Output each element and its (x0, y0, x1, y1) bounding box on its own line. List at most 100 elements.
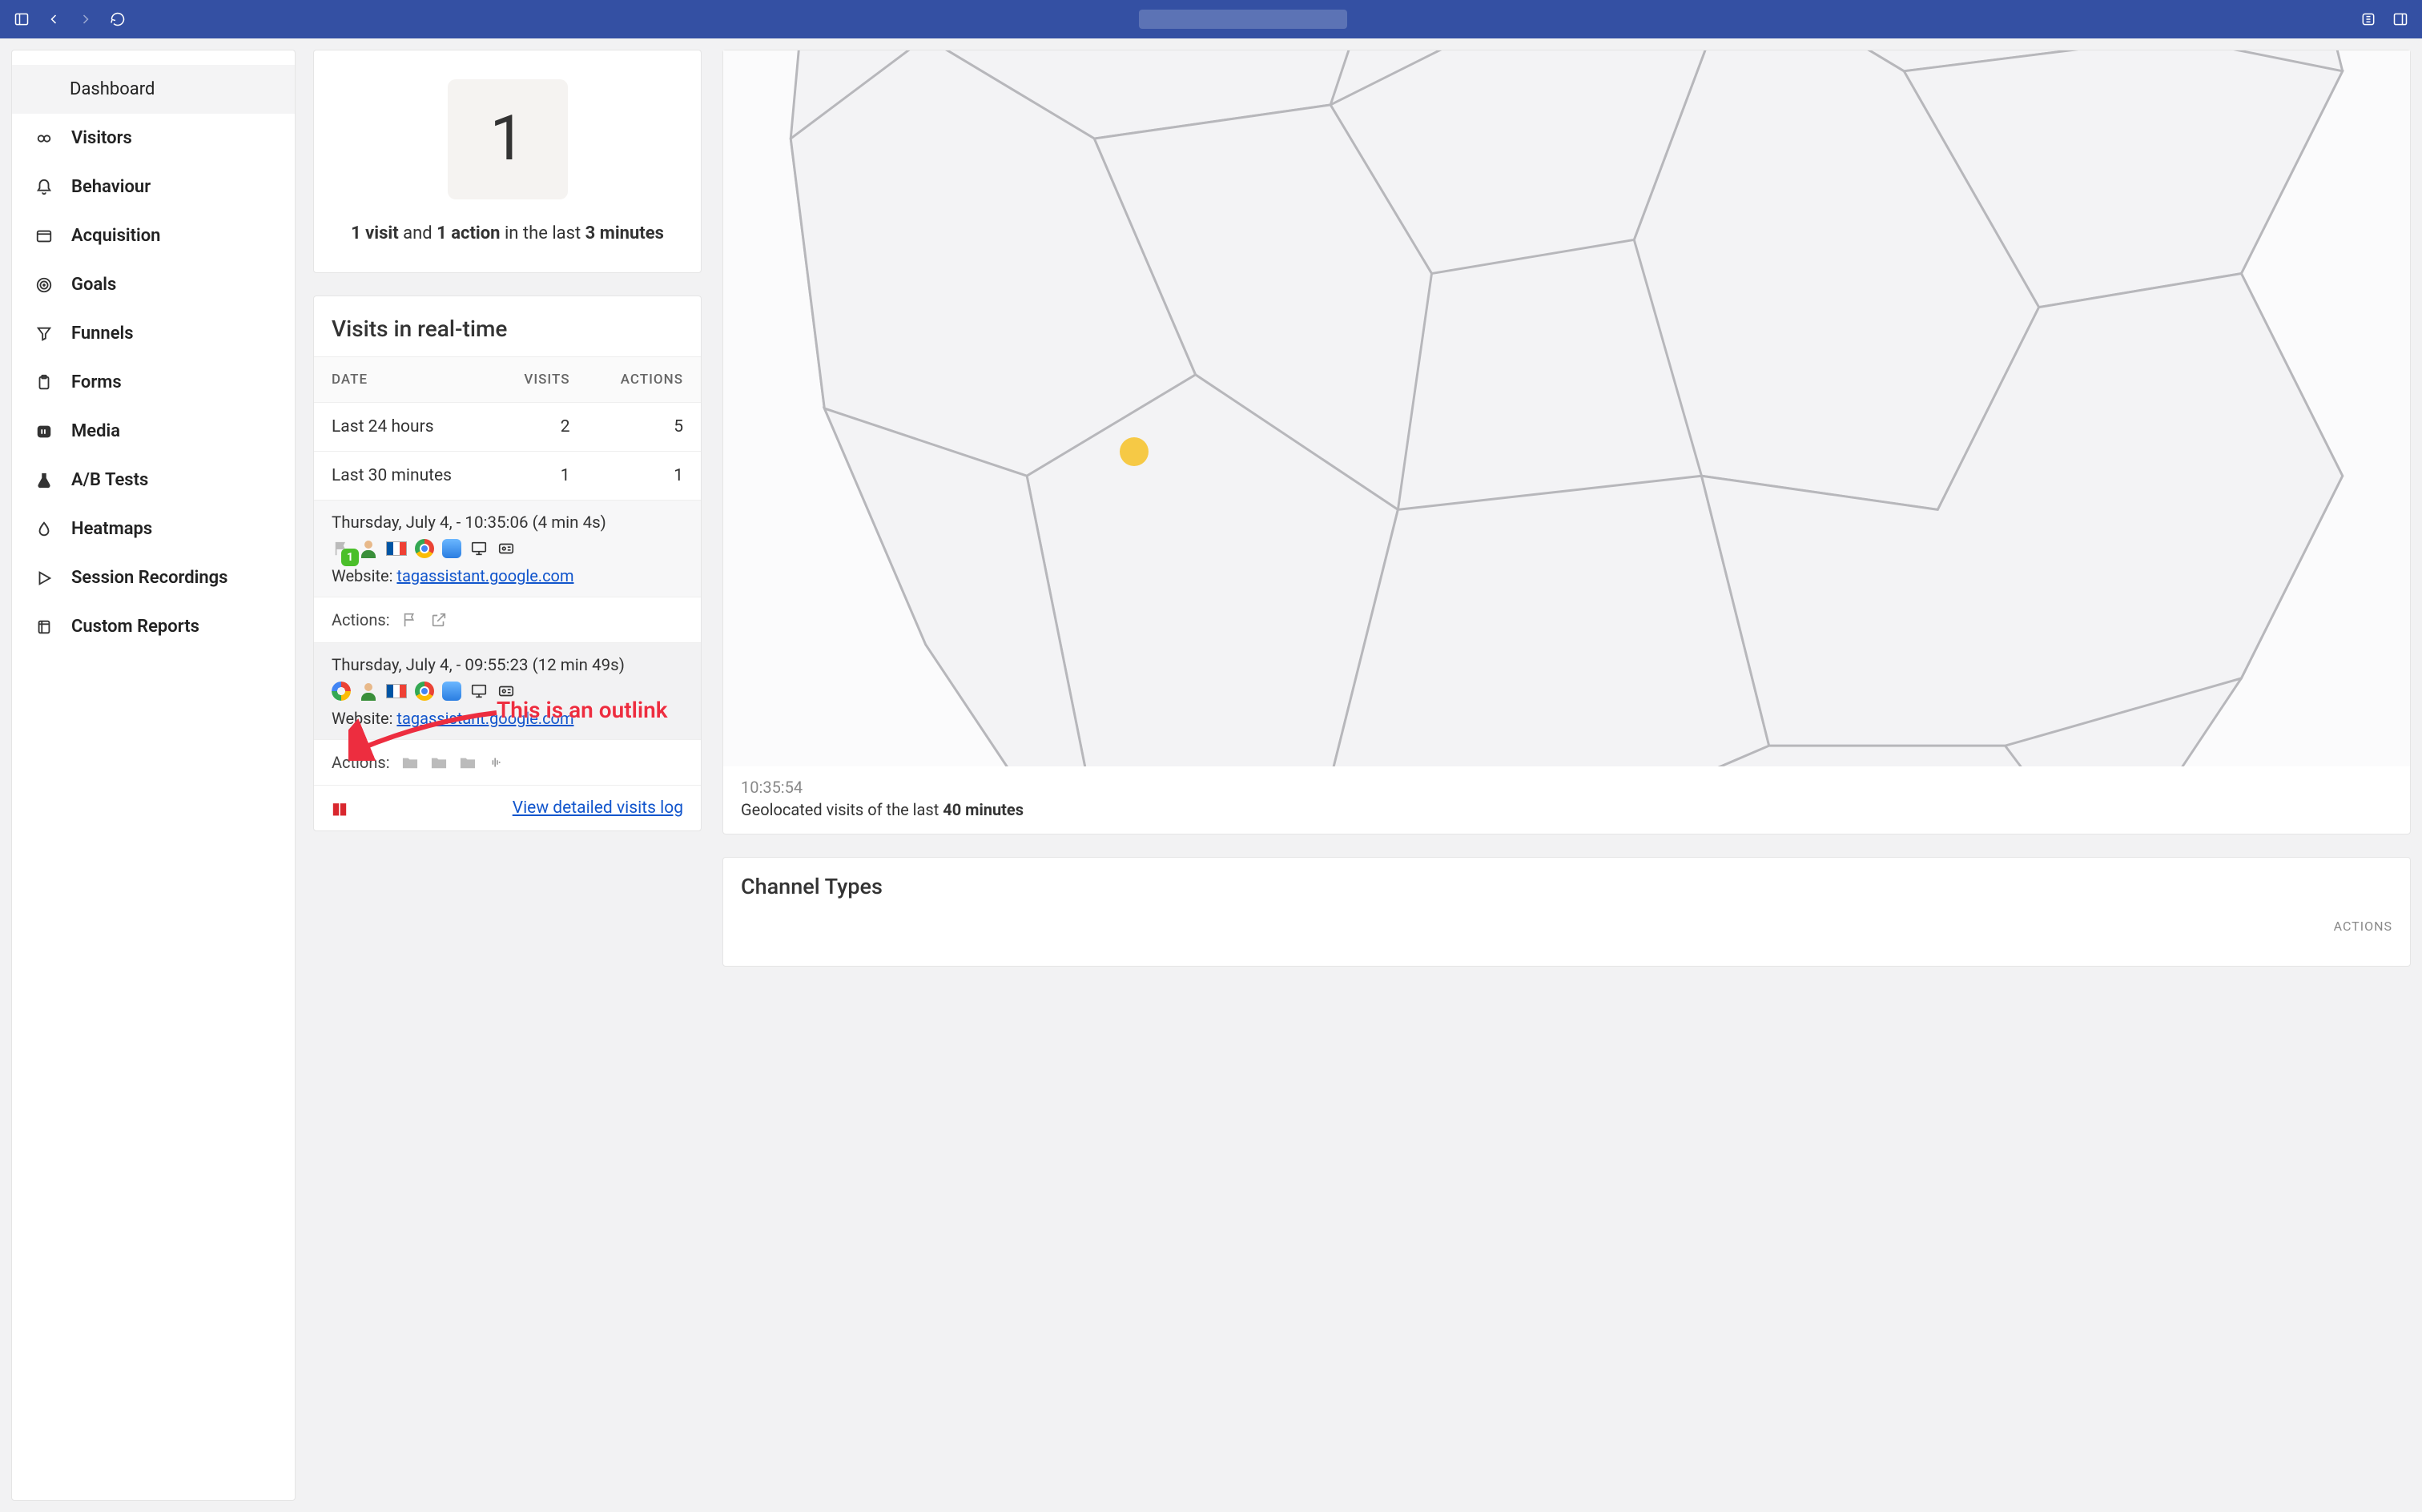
actions-label: Actions: (332, 610, 390, 629)
folder-icon[interactable] (401, 754, 419, 771)
folder-icon[interactable] (430, 754, 448, 771)
flag-fr-icon (386, 684, 407, 698)
sidebar-item-visitors[interactable]: Visitors (12, 114, 295, 163)
sidebar-item-acquisition[interactable]: Acquisition (12, 211, 295, 260)
map-card: 10:35:54 Geolocated visits of the last 4… (722, 50, 2411, 834)
idcard-icon (497, 539, 516, 558)
sidebar: Dashboard Visitors Behaviour Acquisition… (11, 50, 296, 1501)
bell-icon (34, 179, 54, 196)
safari-icon (442, 539, 461, 558)
target-icon (34, 276, 54, 294)
sidebar-item-label: Behaviour (71, 177, 151, 197)
visit-datetime: Thursday, July 4, - 09:55:23 (12 min 49s… (332, 656, 683, 675)
col-actions: ACTIONS (588, 357, 701, 403)
col-actions: ACTIONS (2334, 919, 2392, 934)
forward-icon[interactable] (77, 10, 95, 28)
realtime-table: DATE VISITS ACTIONS Last 24 hours 2 5 La… (314, 356, 701, 500)
sidebar-item-media[interactable]: Media (12, 407, 295, 456)
table-row: Last 24 hours 2 5 (314, 403, 701, 452)
outlink-icon[interactable] (430, 611, 448, 629)
sidebar-item-label: Forms (71, 372, 122, 392)
sidebar-item-recordings[interactable]: Session Recordings (12, 553, 295, 602)
idcard-icon (497, 682, 516, 701)
visit-actions-row: Actions: (314, 739, 701, 785)
visit-website: Website: tagassistant.google.com (332, 709, 683, 728)
sidebar-item-label: Session Recordings (71, 568, 227, 588)
realtime-title: Visits in real-time (314, 296, 701, 356)
link-icon (34, 130, 54, 147)
sidebar-item-label: Acquisition (71, 226, 160, 246)
sidebar-item-label: Goals (71, 275, 116, 295)
sidebar-item-abtests[interactable]: A/B Tests (12, 456, 295, 505)
channels-card: Channel Types ACTIONS (722, 857, 2411, 967)
kpi-card: 1 1 visit and 1 action in the last 3 min… (313, 50, 702, 273)
kpi-minutes: 3 minutes (585, 223, 664, 243)
sidebar-item-label: Custom Reports (71, 617, 199, 637)
channels-header: ACTIONS (741, 919, 2392, 934)
sidebar-item-customreports[interactable]: Custom Reports (12, 602, 295, 651)
visit-icon-row (332, 682, 683, 701)
sidebar-item-label: Funnels (71, 324, 134, 344)
address-bar[interactable] (1139, 10, 1347, 29)
reload-icon[interactable] (109, 10, 127, 28)
chrome-icon (415, 539, 434, 558)
map-timestamp: 10:35:54 (741, 778, 2392, 797)
funnel-icon (34, 325, 54, 343)
kpi-summary: 1 visit and 1 action in the last 3 minut… (333, 223, 682, 243)
col-visits: VISITS (493, 357, 587, 403)
desktop-icon (469, 682, 489, 701)
sidebar-item-funnels[interactable]: Funnels (12, 309, 295, 358)
visit-icon-row: 1 (332, 539, 683, 558)
channels-title: Channel Types (741, 874, 2392, 899)
window-icon (34, 227, 54, 245)
film-icon (34, 423, 54, 440)
view-log-link[interactable]: View detailed visits log (513, 798, 683, 818)
visit-website-link[interactable]: tagassistant.google.com (396, 566, 573, 585)
drop-icon (34, 521, 54, 538)
sidebar-item-label: Heatmaps (71, 519, 152, 539)
sidebar-item-forms[interactable]: Forms (12, 358, 295, 407)
map-caption: Geolocated visits of the last 40 minutes (741, 800, 2392, 819)
safari-icon (442, 682, 461, 701)
flag-icon[interactable] (401, 611, 419, 629)
visit-entry: Thursday, July 4, - 09:55:23 (12 min 49s… (314, 642, 701, 739)
realtime-footer: ▮▮ View detailed visits log (314, 785, 701, 830)
sidebar-item-dashboard[interactable]: Dashboard (12, 65, 295, 114)
visit-datetime: Thursday, July 4, - 10:35:06 (4 min 4s) (332, 513, 683, 533)
kpi-visits: 1 visit (351, 223, 399, 243)
visit-actions-row: Actions: (314, 597, 701, 642)
browser-chrome (0, 0, 2422, 38)
sidebar-item-label: Visitors (71, 128, 132, 148)
sidebar-toggle-icon[interactable] (13, 10, 30, 28)
sidebar-item-label: Media (71, 421, 120, 441)
share-icon[interactable] (2360, 10, 2377, 28)
col-date: DATE (314, 357, 493, 403)
visit-entry: Thursday, July 4, - 10:35:06 (4 min 4s) … (314, 500, 701, 597)
map-visit-dot[interactable] (1120, 437, 1149, 466)
folder-icon[interactable] (459, 754, 477, 771)
sidebar-item-heatmaps[interactable]: Heatmaps (12, 505, 295, 553)
kpi-actions: 1 action (437, 223, 500, 243)
map-footer: 10:35:54 Geolocated visits of the last 4… (723, 766, 2410, 834)
report-icon (34, 618, 54, 636)
chrome-icon (415, 682, 434, 701)
pause-icon[interactable]: ▮▮ (332, 798, 346, 818)
back-icon[interactable] (45, 10, 62, 28)
clipboard-icon (34, 374, 54, 392)
waveform-icon[interactable] (488, 754, 505, 771)
sidebar-item-goals[interactable]: Goals (12, 260, 295, 309)
visit-website: Website: tagassistant.google.com (332, 566, 683, 585)
desktop-icon (469, 539, 489, 558)
google-icon (332, 682, 351, 701)
sidebar-item-behaviour[interactable]: Behaviour (12, 163, 295, 211)
map-area[interactable] (723, 50, 2410, 766)
kpi-value: 1 (448, 79, 568, 199)
play-icon (34, 569, 54, 587)
visit-website-link[interactable]: tagassistant.google.com (396, 709, 573, 728)
flag-fr-icon (386, 541, 407, 556)
actions-label: Actions: (332, 753, 390, 772)
sidebar-item-label: A/B Tests (71, 470, 148, 490)
panel-right-icon[interactable] (2392, 10, 2409, 28)
realtime-card: Visits in real-time DATE VISITS ACTIONS … (313, 296, 702, 831)
visit-count-badge: 1 (341, 549, 359, 566)
